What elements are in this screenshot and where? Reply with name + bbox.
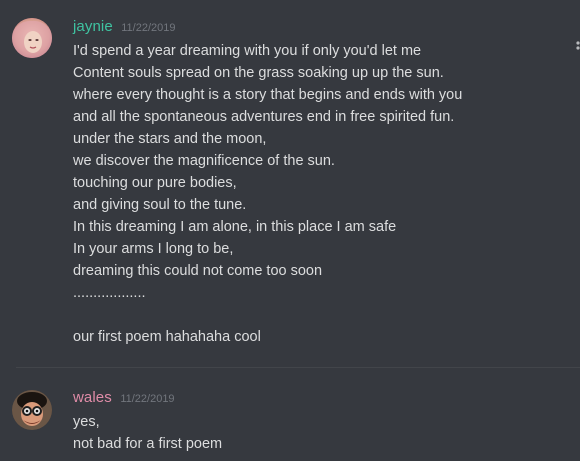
timestamp: 11/22/2019 — [120, 393, 175, 405]
timestamp: 11/22/2019 — [121, 22, 176, 34]
message-group: wales 11/22/2019 yes, not bad for a firs… — [0, 368, 580, 461]
username[interactable]: wales — [73, 389, 112, 406]
message-line: dreaming this could not come too soon — [73, 263, 323, 279]
message-content: yes, not bad for a first poem — [73, 411, 222, 455]
message-line — [73, 304, 462, 326]
message-line: where every thought is a story that begi… — [73, 87, 463, 103]
username[interactable]: jaynie — [73, 18, 113, 35]
message-line: yes, — [73, 414, 100, 430]
avatar[interactable] — [12, 18, 52, 58]
message-header: jaynie 11/22/2019 — [73, 18, 176, 38]
more-options-button[interactable] — [570, 38, 580, 56]
message-line: and giving soul to the tune. — [73, 197, 247, 213]
message-line: Content souls spread on the grass soakin… — [73, 65, 444, 81]
message-content: I'd spend a year dreaming with you if on… — [73, 40, 462, 348]
message-line: .................. — [73, 285, 146, 301]
message-line: I'd spend a year dreaming with you if on… — [73, 43, 422, 59]
message-line: not bad for a first poem — [73, 436, 223, 452]
message-line: touching our pure bodies, — [73, 175, 237, 191]
message-group: jaynie 11/22/2019 I'd spend a year dream… — [0, 0, 580, 368]
message-line: we discover the magnificence of the sun. — [73, 153, 335, 169]
message-line: In this dreaming I am alone, in this pla… — [73, 219, 397, 235]
message-line: under the stars and the moon, — [73, 131, 267, 147]
message-line: and all the spontaneous adventures end i… — [73, 109, 455, 125]
message-line: our first poem hahahaha cool — [73, 329, 261, 345]
message-line: In your arms I long to be, — [73, 241, 234, 257]
message-header: wales 11/22/2019 — [73, 389, 175, 409]
avatar[interactable] — [12, 390, 52, 430]
more-options-icon — [576, 41, 580, 50]
